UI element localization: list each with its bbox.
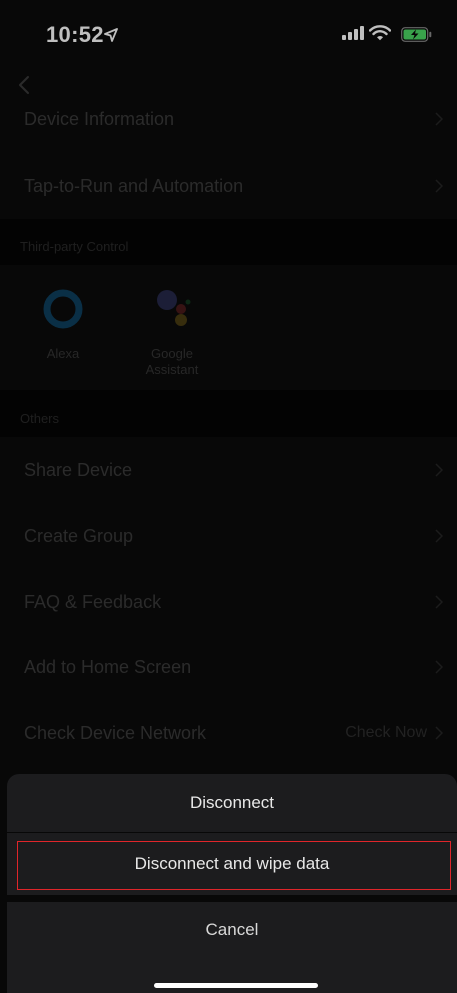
device-information-row[interactable]: Device Information (0, 86, 457, 152)
tap-to-run-row[interactable]: Tap-to-Run and Automation (0, 153, 457, 219)
chevron-right-icon (435, 463, 443, 477)
chevron-right-icon (435, 595, 443, 609)
check-device-network-row[interactable]: Check Device Network Check Now (0, 700, 457, 766)
row-label: Create Group (24, 525, 134, 546)
location-arrow-icon (104, 28, 118, 42)
chevron-right-icon (435, 726, 443, 740)
alexa-icon (43, 289, 83, 329)
third-party-control-panel: Alexa Google Assistant (0, 265, 457, 390)
alexa-item[interactable]: Alexa (13, 287, 113, 362)
cancel-button[interactable]: Cancel (7, 902, 457, 993)
section-title: Others (20, 411, 60, 426)
section-title: Third-party Control (20, 239, 129, 254)
third-party-section-header: Third-party Control (0, 219, 457, 265)
home-indicator[interactable] (154, 983, 318, 988)
row-label: Add to Home Screen (24, 656, 192, 677)
status-time: 10:52 (46, 22, 104, 47)
chevron-right-icon (435, 179, 443, 193)
row-label: Share Device (24, 459, 133, 480)
google-label-line2: Assistant (145, 362, 199, 377)
check-now-link[interactable]: Check Now (345, 724, 427, 742)
google-assistant-item[interactable]: Google Assistant (122, 287, 222, 378)
row-label: FAQ & Feedback (24, 591, 162, 612)
disconnect-and-wipe-data-button[interactable]: Disconnect and wipe data (7, 833, 457, 895)
share-device-row[interactable]: Share Device (0, 437, 457, 503)
chevron-right-icon (435, 529, 443, 543)
faq-feedback-row[interactable]: FAQ & Feedback (0, 569, 457, 635)
create-group-row[interactable]: Create Group (0, 503, 457, 569)
row-label: Check Device Network (24, 722, 207, 743)
chevron-right-icon (435, 660, 443, 674)
google-label-line1: Google (151, 346, 193, 361)
device-settings-screen: 10:52 Device Information Tap-to-Run and … (0, 0, 457, 993)
action-sheet: Disconnect Disconnect and wipe data Canc… (0, 774, 457, 993)
disconnect-button[interactable]: Disconnect (7, 774, 457, 832)
status-bar: 10:52 (0, 0, 457, 64)
row-label: Device Information (24, 108, 175, 129)
row-label: Tap-to-Run and Automation (24, 175, 244, 196)
alexa-label: Alexa (46, 346, 80, 361)
add-to-home-screen-row[interactable]: Add to Home Screen (0, 634, 457, 700)
google-assistant-icon (157, 290, 191, 326)
others-section-header: Others (0, 390, 457, 437)
wifi-icon (369, 25, 391, 41)
chevron-right-icon (435, 112, 443, 126)
battery-charging-icon (401, 27, 432, 42)
cellular-signal-icon (342, 26, 364, 40)
